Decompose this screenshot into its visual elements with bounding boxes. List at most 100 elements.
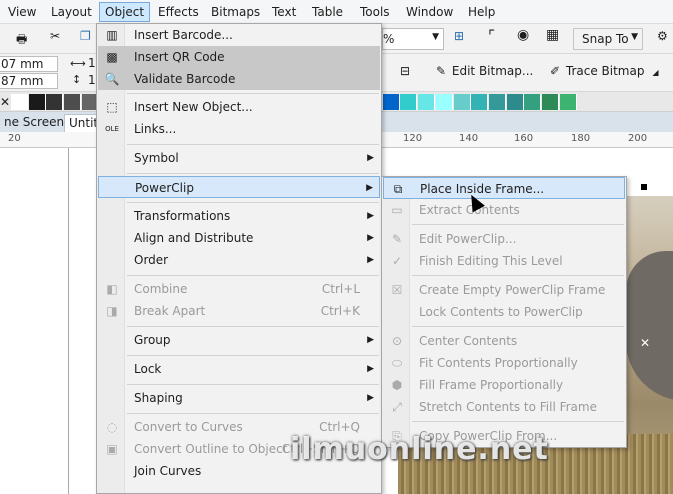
color-swatch[interactable]	[435, 94, 453, 110]
cut-icon[interactable]: ✂	[50, 29, 60, 43]
color-swatch[interactable]	[400, 94, 418, 110]
trace-bitmap-icon: ✐	[550, 64, 561, 78]
menu-item-edit-powerclip[interactable]: ✎ Edit PowerClip...	[383, 228, 625, 250]
submenu-arrow-icon: ▶	[367, 255, 374, 265]
color-swatch[interactable]	[382, 94, 400, 110]
menu-item-order[interactable]: Order ▶	[98, 249, 380, 271]
color-swatch[interactable]	[11, 94, 28, 110]
no-color-swatch[interactable]: ✕	[0, 93, 10, 111]
ole-icon: OLE	[105, 125, 119, 133]
finish-editing-icon: ✓	[391, 254, 403, 268]
color-swatch[interactable]	[28, 94, 46, 110]
menu-item-create-empty-powerclip-frame[interactable]: ☒ Create Empty PowerClip Frame	[383, 279, 625, 301]
full-screen-icon[interactable]: ⊞	[454, 29, 464, 43]
menu-table[interactable]: Table	[312, 4, 343, 21]
menu-item-lock[interactable]: Lock ▶	[98, 358, 380, 380]
menu-text[interactable]: Text	[272, 4, 296, 21]
tab-welcome-screen[interactable]: ne Screen	[0, 114, 68, 132]
submenu-arrow-icon: ▶	[367, 364, 374, 374]
zoom-level-dropdown[interactable]: % ▼	[382, 28, 444, 50]
powerclip-submenu: ⧉ Place Inside Frame... ▭ Extract Conten…	[381, 176, 627, 448]
empty-frame-icon: ☒	[391, 283, 403, 297]
submenu-arrow-icon: ▶	[367, 153, 374, 163]
options-icon[interactable]: ⚙	[657, 29, 668, 43]
object-menu: ▥ Insert Barcode... ▩ Insert QR Code 🔍 V…	[96, 23, 382, 494]
color-swatch[interactable]	[418, 94, 436, 110]
menu-object[interactable]: Object	[99, 2, 151, 22]
color-swatch[interactable]	[471, 94, 489, 110]
fill-frame-icon: ⬢	[391, 378, 403, 392]
menu-item-insert-new-object[interactable]: ⬚ Insert New Object...	[98, 96, 380, 118]
center-contents-icon: ⊙	[391, 334, 403, 348]
color-swatch[interactable]	[453, 94, 471, 110]
submenu-arrow-icon: ▶	[367, 233, 374, 243]
submenu-arrow-icon: ▶	[367, 335, 374, 345]
menu-item-powerclip[interactable]: PowerClip ▶	[98, 176, 380, 198]
menu-item-center-contents[interactable]: ⊙ Center Contents	[383, 330, 625, 352]
menu-item-shaping[interactable]: Shaping ▶	[98, 387, 380, 409]
copy-icon[interactable]: ❐	[80, 29, 91, 43]
edit-bitmap-icon: ✎	[436, 64, 447, 78]
combine-icon: ◧	[106, 282, 118, 296]
grid-icon[interactable]: ▦	[546, 27, 559, 43]
menu-item-stretch-contents[interactable]: ⤢ Stretch Contents to Fill Frame	[383, 396, 625, 418]
height-icon: ↕	[72, 73, 82, 86]
menu-layout[interactable]: Layout	[51, 4, 92, 21]
convert-to-curves-icon: ◌	[106, 420, 118, 434]
menu-bar: View Layout Object Effects Bitmaps Text …	[0, 0, 673, 24]
menu-item-align-and-distribute[interactable]: Align and Distribute ▶	[98, 227, 380, 249]
watermark: ilmuonline.net	[290, 432, 549, 467]
rhino-image	[626, 251, 673, 401]
menu-view[interactable]: View	[8, 4, 36, 21]
menu-item-fill-frame[interactable]: ⬢ Fill Frame Proportionally	[383, 374, 625, 396]
x-position-field[interactable]: 07 mm	[0, 56, 58, 72]
menu-bitmaps[interactable]: Bitmaps	[211, 4, 260, 21]
menu-item-fit-contents[interactable]: ⬭ Fit Contents Proportionally	[383, 352, 625, 374]
menu-item-combine[interactable]: ◧ Combine Ctrl+L	[98, 278, 380, 300]
menu-item-extract-contents[interactable]: ▭ Extract Contents	[383, 199, 625, 221]
menu-item-transformations[interactable]: Transformations ▶	[98, 205, 380, 227]
extract-contents-icon: ▭	[391, 203, 403, 217]
menu-item-break-apart[interactable]: ◨ Break Apart Ctrl+K	[98, 300, 380, 322]
menu-effects[interactable]: Effects	[158, 4, 199, 21]
barcode-icon: ▥	[106, 28, 118, 42]
menu-window[interactable]: Window	[406, 4, 453, 21]
color-swatch[interactable]	[542, 94, 559, 110]
edit-bitmap-button[interactable]: ✎ Edit Bitmap...	[436, 64, 533, 78]
convert-outline-icon: ▣	[106, 442, 118, 456]
color-swatch[interactable]	[488, 94, 506, 110]
menu-item-symbol[interactable]: Symbol ▶	[98, 147, 380, 169]
menu-item-validate-barcode[interactable]: 🔍 Validate Barcode	[98, 68, 380, 90]
color-swatch[interactable]	[46, 94, 64, 110]
width-icon: ⟷	[70, 57, 86, 70]
center-marker-icon: ✕	[640, 336, 651, 350]
submenu-arrow-icon: ▶	[367, 393, 374, 403]
color-swatch[interactable]	[524, 94, 542, 110]
page-border	[68, 148, 69, 494]
menu-item-lock-contents[interactable]: Lock Contents to PowerClip	[383, 301, 625, 323]
rulers-icon[interactable]: ⌜	[488, 27, 495, 45]
validate-icon: 🔍	[104, 72, 120, 86]
edit-powerclip-icon: ✎	[391, 232, 403, 246]
menu-tools[interactable]: Tools	[360, 4, 390, 21]
new-object-icon: ⬚	[106, 100, 118, 114]
menu-item-insert-barcode[interactable]: ▥ Insert Barcode...	[98, 24, 380, 46]
color-swatch[interactable]	[559, 94, 577, 110]
color-swatch[interactable]	[506, 94, 524, 110]
y-position-field[interactable]: 87 mm	[0, 73, 58, 89]
qr-code-icon: ▩	[106, 50, 118, 64]
menu-item-place-inside-frame[interactable]: ⧉ Place Inside Frame...	[383, 177, 625, 199]
menu-item-group[interactable]: Group ▶	[98, 329, 380, 351]
trace-bitmap-button[interactable]: ✐ Trace Bitmap ◢	[550, 64, 658, 78]
stretch-contents-icon: ⤢	[392, 400, 402, 414]
menu-help[interactable]: Help	[468, 4, 495, 21]
align-icon[interactable]: ⊟	[400, 64, 410, 78]
color-swatch[interactable]	[64, 94, 82, 110]
snap-to-dropdown[interactable]: Snap To ▼	[573, 28, 643, 50]
selection-handle[interactable]	[641, 184, 647, 190]
menu-item-links[interactable]: OLE Links...	[98, 118, 380, 140]
view-icon[interactable]: ◉	[517, 27, 529, 43]
menu-item-finish-editing[interactable]: ✓ Finish Editing This Level	[383, 250, 625, 272]
menu-item-insert-qr-code[interactable]: ▩ Insert QR Code	[98, 46, 380, 68]
print-icon[interactable]: 🖶	[16, 30, 27, 51]
